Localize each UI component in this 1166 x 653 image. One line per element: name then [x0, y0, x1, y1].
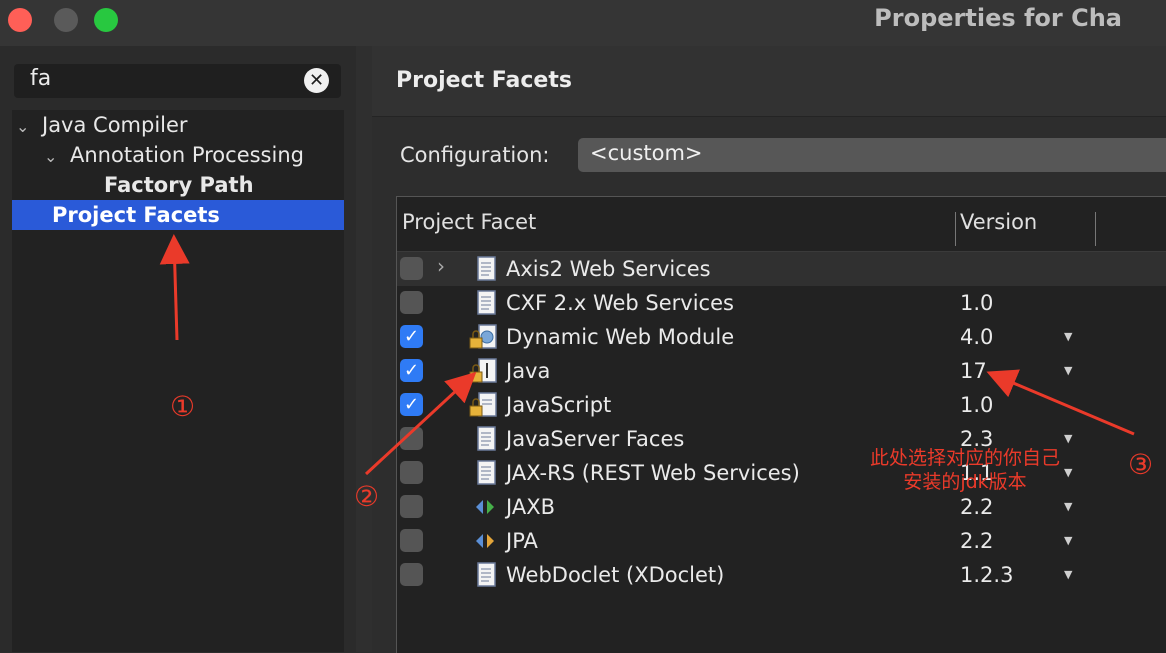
annotation-marker-3: ③	[1128, 448, 1154, 481]
arrow-to-java-version	[986, 369, 1135, 436]
annotation-arrows	[159, 234, 1135, 476]
annotation-note: 此处选择对应的你自己安装的jdk版本	[870, 447, 1061, 493]
arrow-to-java-facet	[364, 371, 477, 476]
annotation-marker-1: ①	[170, 390, 196, 423]
annotation-marker-2: ②	[354, 480, 380, 513]
arrow-to-project-facets	[159, 234, 190, 341]
